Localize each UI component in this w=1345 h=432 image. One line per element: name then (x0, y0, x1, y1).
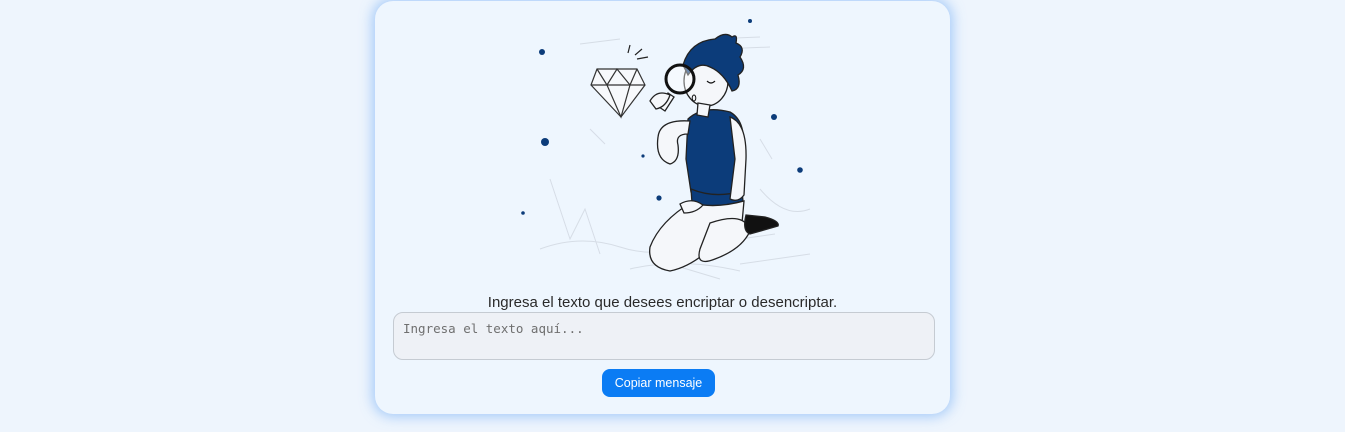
main-card: Ingresa el texto que desees encriptar o … (375, 1, 950, 414)
copy-message-button[interactable]: Copiar mensaje (602, 369, 715, 397)
person-with-magnifying-glass-illustration (521, 19, 811, 280)
text-input[interactable] (393, 312, 935, 360)
instruction-text: Ingresa el texto que desees encriptar o … (487, 294, 838, 311)
